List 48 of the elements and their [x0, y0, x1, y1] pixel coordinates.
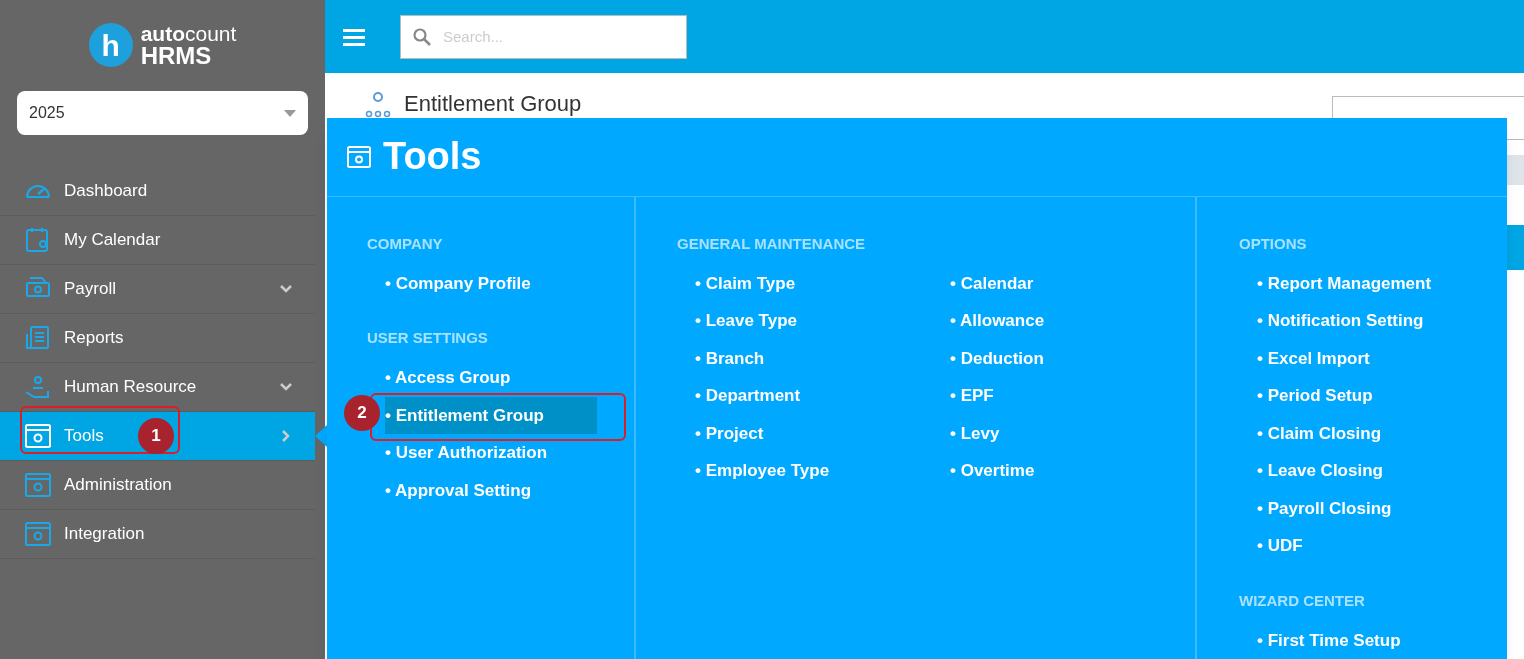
- page-title: Entitlement Group: [404, 90, 582, 118]
- section-heading: WIZARD CENTER: [1239, 590, 1366, 610]
- menu-link[interactable]: • Employee Type: [695, 452, 950, 490]
- menu-link[interactable]: • Calendar: [950, 264, 1205, 302]
- hand-person-icon: [24, 373, 52, 401]
- menu-link[interactable]: • Claim Type: [695, 264, 950, 302]
- menu-link[interactable]: • Claim Closing: [1257, 414, 1382, 452]
- document-icon: [24, 324, 52, 352]
- section-heading: COMPANY: [367, 233, 444, 253]
- menu-link[interactable]: • Entitlement Group: [385, 396, 597, 434]
- menu-link[interactable]: • User Authorization: [385, 434, 548, 472]
- window-gear-icon: [24, 520, 52, 548]
- menu-icon[interactable]: [343, 27, 365, 46]
- step-badge: 2: [344, 394, 380, 431]
- brand-name: autocount: [140, 22, 237, 44]
- caret-icon: [284, 109, 296, 117]
- menu-link[interactable]: • Approval Setting: [385, 471, 532, 509]
- menu-link[interactable]: • EPF: [950, 377, 1205, 415]
- search-icon: [413, 27, 431, 46]
- menu-link[interactable]: • Period Setup: [1257, 377, 1373, 415]
- menu-link[interactable]: • Levy: [950, 414, 1205, 452]
- menu-link[interactable]: • Access Group: [385, 359, 511, 397]
- menu-link[interactable]: • Leave Type: [695, 302, 950, 340]
- menu-link[interactable]: • Project: [695, 414, 950, 452]
- menu-link[interactable]: • Department: [695, 377, 950, 415]
- menu-link[interactable]: • Report Management: [1257, 264, 1432, 302]
- menu-link[interactable]: • Company Profile: [385, 264, 531, 302]
- menu-title: Tools: [383, 134, 482, 180]
- menu-link[interactable]: • Branch: [695, 339, 950, 377]
- menu-link[interactable]: • Allowance: [950, 302, 1205, 340]
- menu-link[interactable]: • Excel Import: [1257, 339, 1370, 377]
- menu-link[interactable]: • First Time Setup: [1257, 621, 1401, 659]
- menu-link[interactable]: • Deduction: [950, 339, 1205, 377]
- logo-badge: h: [88, 23, 133, 67]
- group-settings-icon: [364, 89, 392, 118]
- product-name: HRMS: [140, 43, 213, 68]
- year-select[interactable]: 2025: [17, 91, 308, 135]
- window-gear-icon: [24, 471, 52, 499]
- window-gear-icon: [24, 422, 52, 450]
- menu-link[interactable]: • Payroll Closing: [1257, 489, 1392, 527]
- tools-window-icon: [347, 144, 371, 169]
- menu-link[interactable]: • Overtime: [950, 452, 1205, 490]
- section-heading: OPTIONS: [1239, 233, 1308, 253]
- section-heading: USER SETTINGS: [367, 328, 489, 347]
- section-heading: GENERAL MAINTENANCE: [677, 233, 867, 253]
- menu-link[interactable]: • UDF: [1257, 527, 1303, 565]
- menu-link[interactable]: • Notification Setting: [1257, 302, 1424, 340]
- menu-link[interactable]: • Leave Closing: [1257, 452, 1383, 490]
